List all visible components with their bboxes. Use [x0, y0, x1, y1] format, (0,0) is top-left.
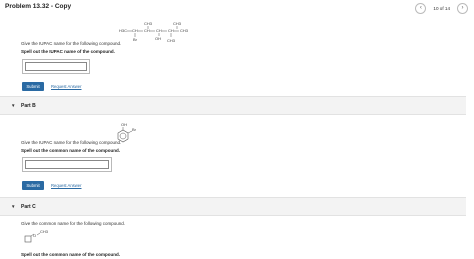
structure-label: CH — [168, 28, 174, 33]
part-a-section: CH3 CH3 H3C CH CH CH CH CH3 Br OH CH3 Gi… — [0, 0, 466, 95]
structure-label: CH3 — [144, 21, 153, 26]
instruction-text: Spell out the IUPAC name of the compound… — [21, 49, 115, 54]
part-a-structure: CH3 CH3 H3C CH CH CH CH CH3 Br OH CH3 — [119, 21, 189, 43]
part-b-section: OH Br Give the IUPAC name for the follow… — [0, 115, 466, 197]
submit-button[interactable]: Submit — [22, 181, 44, 190]
answer-input[interactable] — [25, 160, 109, 169]
question-text: Give the common name for the following c… — [21, 221, 126, 226]
structure-label: Br — [133, 37, 138, 42]
request-answer-link[interactable]: Request Answer — [51, 183, 82, 188]
part-c-section: Give the common name for the following c… — [0, 216, 466, 259]
structure-label: CH — [144, 28, 150, 33]
instruction-text: Spell out the common name of the compoun… — [21, 252, 121, 257]
part-b-header[interactable]: ▼ Part B — [0, 96, 466, 115]
part-c-structure: O CH3 — [24, 229, 49, 243]
structure-label: CH — [132, 28, 138, 33]
part-title: Part C — [21, 204, 36, 210]
structure-label: OH — [121, 122, 127, 127]
structure-label: OH — [155, 36, 161, 41]
structure-label: Br — [132, 127, 137, 132]
structure-label: CH3 — [167, 38, 176, 43]
structure-label: CH3 — [40, 229, 49, 234]
question-text: Give the IUPAC name for the following co… — [21, 140, 122, 145]
part-c-header[interactable]: ▼ Part C — [0, 197, 466, 216]
structure-label: CH — [156, 28, 162, 33]
answer-box — [22, 157, 112, 172]
structure-label: O — [33, 233, 36, 238]
request-answer-link[interactable]: Request Answer — [51, 84, 82, 89]
answer-box — [22, 59, 90, 74]
answer-input[interactable] — [25, 62, 87, 71]
submit-button[interactable]: Submit — [22, 82, 44, 91]
structure-label: CH3 — [173, 21, 182, 26]
structure-label: H3C — [119, 28, 127, 33]
collapse-arrow-icon: ▼ — [11, 204, 16, 209]
collapse-arrow-icon: ▼ — [11, 103, 16, 108]
part-title: Part B — [21, 103, 36, 109]
structure-label: CH3 — [180, 28, 189, 33]
instruction-text: Spell out the common name of the compoun… — [21, 148, 121, 153]
question-text: Give the IUPAC name for the following co… — [21, 41, 122, 46]
